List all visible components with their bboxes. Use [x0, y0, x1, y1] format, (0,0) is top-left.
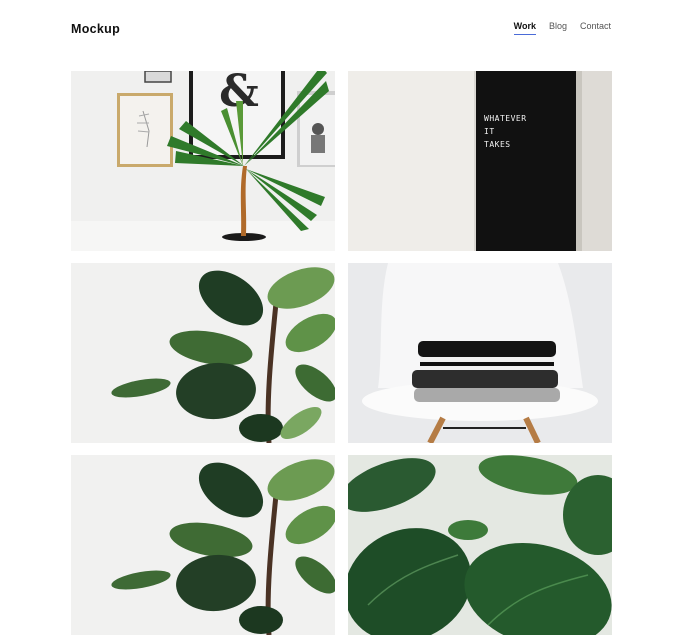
main-nav: Work Blog Contact: [501, 20, 611, 35]
palm-plant-image: &: [71, 71, 335, 251]
nav-link-blog[interactable]: Blog: [549, 20, 567, 35]
board-line-2: IT: [484, 127, 495, 136]
fiddle-leaf-image: [71, 263, 335, 443]
clothes-chair-image: [348, 263, 612, 443]
gallery-tile-letter-board[interactable]: WHATEVER IT TAKES: [348, 71, 612, 251]
site-header: Mockup Work Blog Contact: [0, 0, 683, 60]
fiddle-leaf-image-2: [71, 455, 335, 635]
letter-board-image: WHATEVER IT TAKES: [348, 71, 612, 251]
gallery-tile-monstera[interactable]: [348, 455, 612, 635]
monstera-image: [348, 455, 612, 635]
gallery-tile-palm[interactable]: &: [71, 71, 335, 251]
portfolio-grid: & WHATEVER IT TAKES: [71, 71, 612, 635]
board-line-3: TAKES: [484, 140, 511, 149]
nav-link-contact[interactable]: Contact: [580, 20, 611, 35]
brand-logo[interactable]: Mockup: [71, 22, 120, 36]
nav-link-work[interactable]: Work: [513, 20, 537, 35]
board-line-1: WHATEVER: [484, 114, 527, 123]
gallery-tile-clothes[interactable]: [348, 263, 612, 443]
gallery-tile-fig-2[interactable]: [71, 455, 335, 635]
gallery-tile-fig[interactable]: [71, 263, 335, 443]
